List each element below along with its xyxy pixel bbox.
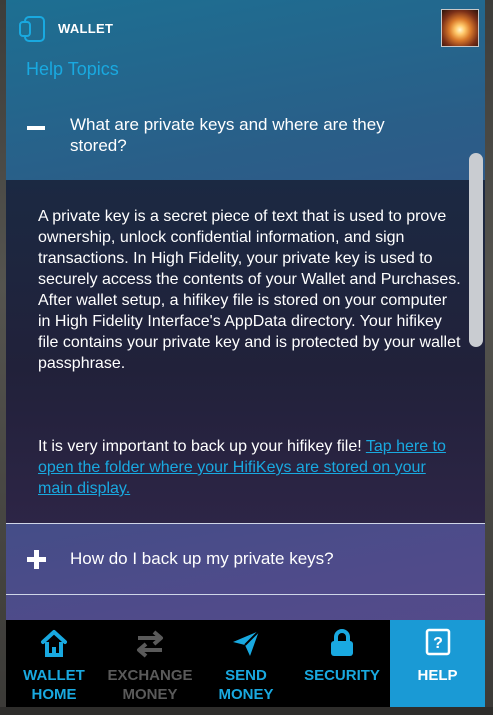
window-frame-right <box>485 0 493 715</box>
answer-paragraph-backup: It is very important to back up your hif… <box>38 436 463 499</box>
help-topics-heading: Help Topics <box>26 59 119 79</box>
tab-wallet-home[interactable]: WALLET HOME <box>6 620 102 707</box>
faq-item-private-keys[interactable]: What are private keys and where are they… <box>6 96 485 180</box>
tab-label: EXCHANGE <box>107 667 193 684</box>
scrollbar-thumb[interactable] <box>469 153 483 347</box>
faq-question[interactable]: How do I back up my private keys? <box>70 549 334 569</box>
tab-bar: WALLET HOME EXCHANGE MONEY SEND MONEY SE… <box>6 620 485 707</box>
user-avatar[interactable] <box>441 9 479 47</box>
answer-paragraph: A private key is a secret piece of text … <box>38 208 461 372</box>
wallet-icon <box>19 16 45 42</box>
header: WALLET <box>6 0 485 58</box>
window-frame-bottom <box>0 707 493 715</box>
tab-security[interactable]: SECURITY <box>294 620 390 707</box>
page-title: WALLET <box>58 21 114 36</box>
tab-help[interactable]: ? HELP <box>390 620 485 707</box>
tab-label: MONEY <box>218 686 274 703</box>
tab-exchange-money[interactable]: EXCHANGE MONEY <box>102 620 198 707</box>
tab-label: WALLET <box>23 667 85 684</box>
svg-text:?: ? <box>433 635 443 652</box>
faq-question[interactable]: What are private keys and where are they… <box>70 114 430 156</box>
answer-text: It is very important to back up your hif… <box>38 438 366 455</box>
lock-icon <box>331 629 353 656</box>
send-paper-plane-icon <box>233 630 260 656</box>
plus-icon[interactable] <box>27 550 46 569</box>
faq-answer-private-keys: A private key is a secret piece of text … <box>6 180 485 523</box>
exchange-arrows-icon <box>137 630 163 658</box>
help-question-icon: ? <box>425 628 450 656</box>
tab-send-money[interactable]: SEND MONEY <box>198 620 294 707</box>
tab-label: MONEY <box>122 686 178 703</box>
tab-label: HELP <box>417 667 458 684</box>
faq-item-backup-keys[interactable]: How do I back up my private keys? <box>6 524 485 594</box>
tab-label: SECURITY <box>304 667 380 684</box>
tab-label: HOME <box>31 686 77 703</box>
home-icon <box>41 630 67 657</box>
tab-label: SEND <box>225 667 267 684</box>
divider <box>6 594 485 595</box>
minus-icon[interactable] <box>27 126 45 130</box>
wallet-app: WALLET Help Topics What are private keys… <box>6 0 485 707</box>
